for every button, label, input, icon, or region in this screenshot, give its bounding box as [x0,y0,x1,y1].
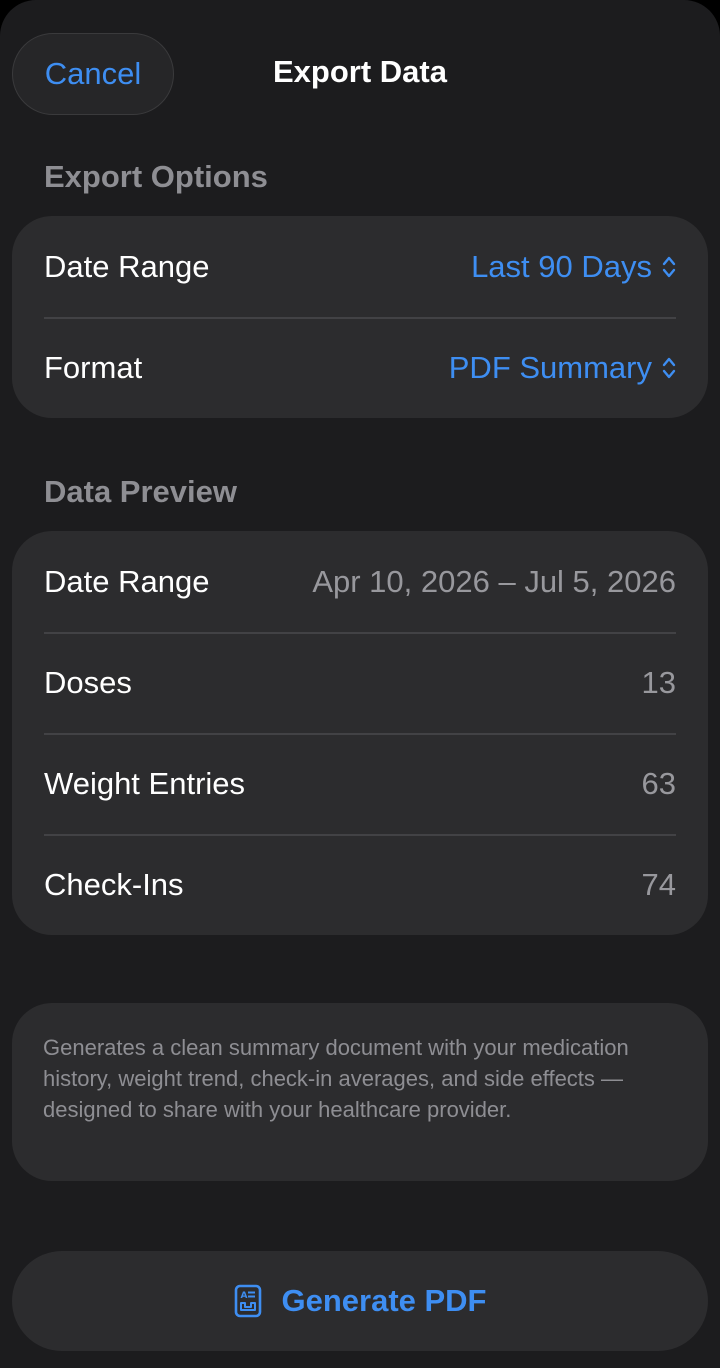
date-range-option-row[interactable]: Date Range Last 90 Days [12,216,708,317]
export-options-header: Export Options [44,159,268,194]
date-range-picker[interactable]: Last 90 Days [471,249,676,285]
data-preview-card: Date Range Apr 10, 2026 – Jul 5, 2026 Do… [12,531,708,935]
preview-label: Doses [44,664,132,700]
format-option-label: Format [44,349,143,385]
preview-value: 13 [641,664,676,700]
generate-pdf-button[interactable]: A Generate PDF [12,1251,708,1351]
export-description-text: Generates a clean summary document with … [43,1035,629,1122]
export-description-card: Generates a clean summary document with … [12,1003,708,1181]
data-preview-header: Data Preview [44,474,237,509]
preview-row-weight-entries: Weight Entries 63 [12,733,708,834]
preview-value: 74 [641,866,676,902]
format-option-row[interactable]: Format PDF Summary [12,317,708,418]
page-title: Export Data [273,54,447,89]
chevron-up-down-icon [662,357,676,378]
preview-label: Date Range [44,563,210,599]
document-text-icon: A [235,1284,262,1318]
format-picker-value: PDF Summary [448,349,652,385]
chevron-up-down-icon [662,256,676,277]
navigation-bar: Cancel Export Data [0,0,720,150]
preview-row-date-range: Date Range Apr 10, 2026 – Jul 5, 2026 [12,531,708,632]
preview-label: Check-Ins [44,866,184,902]
generate-pdf-label: Generate PDF [281,1283,487,1318]
export-data-sheet: Cancel Export Data Export Options Date R… [0,0,720,1368]
preview-row-check-ins: Check-Ins 74 [12,834,708,935]
preview-row-doses: Doses 13 [12,632,708,733]
date-range-picker-value: Last 90 Days [471,248,652,284]
date-range-option-label: Date Range [44,248,210,284]
format-picker[interactable]: PDF Summary [449,350,676,386]
preview-value: Apr 10, 2026 – Jul 5, 2026 [312,563,676,599]
preview-value: 63 [641,765,676,801]
preview-label: Weight Entries [44,765,246,801]
export-options-card: Date Range Last 90 Days Format PDF Summa… [12,216,708,418]
svg-text:A: A [241,1291,248,1301]
